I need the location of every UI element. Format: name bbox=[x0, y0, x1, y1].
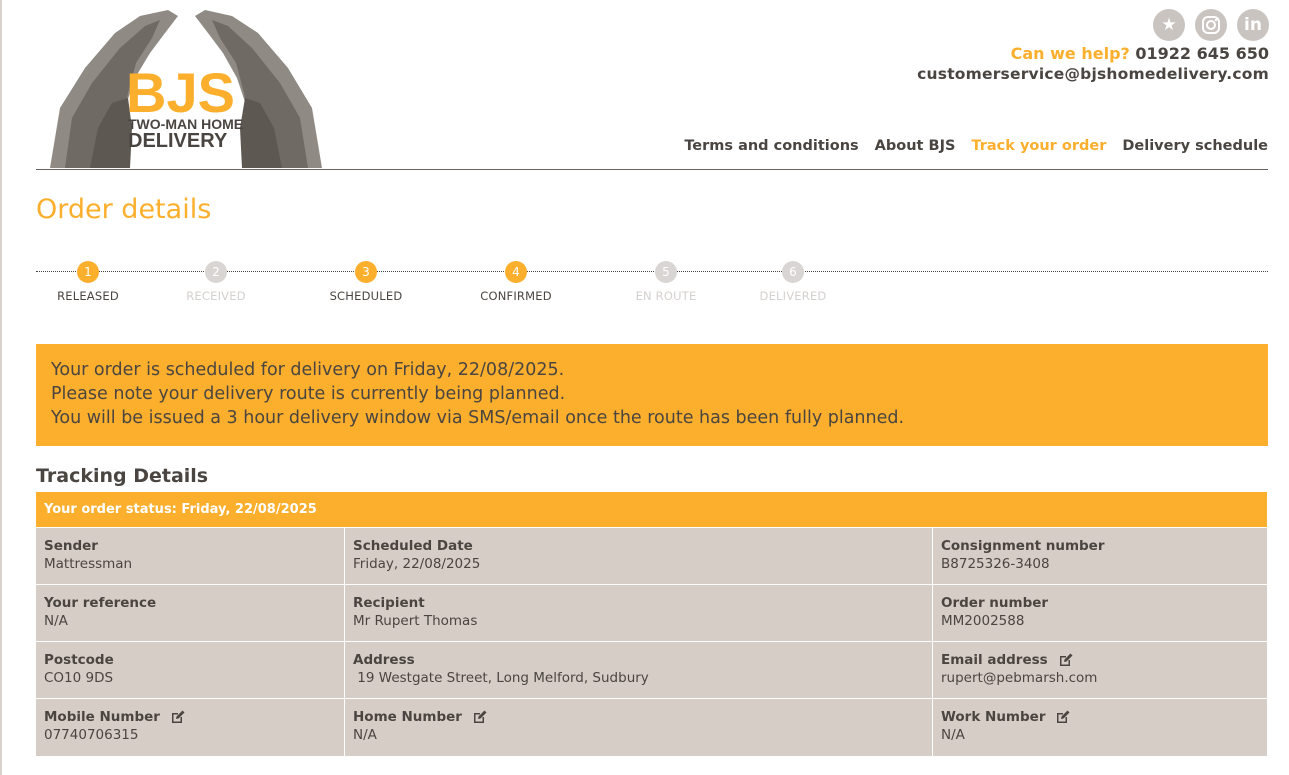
page-title: Order details bbox=[36, 194, 212, 225]
sender-cell: Sender Mattressman bbox=[36, 528, 344, 584]
order-number-cell: Order number MM2002588 bbox=[933, 585, 1267, 641]
help-label: Can we help? bbox=[1010, 44, 1130, 63]
step-number: 5 bbox=[655, 261, 677, 283]
nav-about-link[interactable]: About BJS bbox=[875, 138, 956, 154]
step-label: DELIVERED bbox=[759, 289, 827, 303]
step-label: SCHEDULED bbox=[329, 289, 403, 303]
logo-delivery-text: DELIVERY bbox=[128, 130, 228, 152]
step-delivered: 6 DELIVERED bbox=[733, 261, 853, 303]
step-number: 3 bbox=[355, 261, 377, 283]
header-divider bbox=[36, 169, 1268, 170]
social-links: ★ in bbox=[1153, 9, 1269, 41]
notice-line-1: Your order is scheduled for delivery on … bbox=[51, 360, 565, 380]
tracking-details-table: Sender Mattressman Scheduled Date Friday… bbox=[36, 528, 1267, 756]
address-label: Address bbox=[353, 652, 415, 668]
notice-line-3: You will be issued a 3 hour delivery win… bbox=[51, 408, 905, 428]
work-number-value: N/A bbox=[941, 727, 965, 743]
scheduled-date-cell: Scheduled Date Friday, 22/08/2025 bbox=[345, 528, 932, 584]
bjs-logo[interactable]: BJS TWO-MAN HOME DELIVERY bbox=[40, 8, 332, 168]
scheduled-date-value: Friday, 22/08/2025 bbox=[353, 556, 481, 572]
mobile-number-value: 07740706315 bbox=[44, 727, 139, 743]
edit-mobile-icon[interactable] bbox=[170, 709, 186, 725]
consignment-number-label: Consignment number bbox=[941, 538, 1105, 554]
work-number-cell: Work Number N/A bbox=[933, 699, 1267, 756]
your-reference-cell: Your reference N/A bbox=[36, 585, 344, 641]
consignment-number-cell: Consignment number B8725326-3408 bbox=[933, 528, 1267, 584]
edit-home-number-icon[interactable] bbox=[472, 709, 488, 725]
home-number-cell: Home Number N/A bbox=[345, 699, 932, 756]
delivery-notice-banner: Your order is scheduled for delivery on … bbox=[36, 344, 1268, 446]
email-address-cell: Email address rupert@pebmarsh.com bbox=[933, 642, 1267, 698]
your-reference-label: Your reference bbox=[44, 595, 157, 611]
postcode-value: CO10 9DS bbox=[44, 670, 114, 686]
email-address-label: Email address bbox=[941, 652, 1048, 668]
recipient-label: Recipient bbox=[353, 595, 425, 611]
instagram-glyph bbox=[1202, 16, 1220, 34]
address-cell: Address 19 Westgate Street, Long Melford… bbox=[345, 642, 932, 698]
help-line: Can we help? 01922 645 650 bbox=[917, 44, 1269, 64]
step-number: 4 bbox=[505, 261, 527, 283]
consignment-number-value: B8725326-3408 bbox=[941, 556, 1050, 572]
step-label: EN ROUTE bbox=[635, 289, 697, 303]
address-value: 19 Westgate Street, Long Melford, Sudbur… bbox=[353, 670, 649, 686]
linkedin-icon[interactable]: in bbox=[1237, 9, 1269, 41]
step-label: CONFIRMED bbox=[480, 289, 552, 303]
order-progress-tracker: 1 RELEASED 2 RECEIVED 3 SCHEDULED 4 CONF… bbox=[36, 258, 1268, 308]
step-label: RELEASED bbox=[57, 289, 119, 303]
email-address-label-row: Email address bbox=[941, 651, 1259, 669]
step-scheduled: 3 SCHEDULED bbox=[306, 261, 426, 303]
contact-block: Can we help? 01922 645 650 customerservi… bbox=[917, 44, 1269, 85]
linkedin-glyph: in bbox=[1244, 15, 1262, 35]
work-number-label-row: Work Number bbox=[941, 708, 1259, 726]
home-number-label-row: Home Number bbox=[353, 708, 924, 726]
support-email[interactable]: customerservice@bjshomedelivery.com bbox=[917, 64, 1269, 85]
star-icon[interactable]: ★ bbox=[1153, 9, 1185, 41]
recipient-cell: Recipient Mr Rupert Thomas bbox=[345, 585, 932, 641]
logo-bjs-text: BJS bbox=[126, 61, 235, 124]
postcode-label: Postcode bbox=[44, 652, 114, 668]
phone-number[interactable]: 01922 645 650 bbox=[1135, 44, 1269, 63]
scheduled-date-label: Scheduled Date bbox=[353, 538, 473, 554]
sender-value: Mattressman bbox=[44, 556, 133, 572]
recipient-value: Mr Rupert Thomas bbox=[353, 613, 478, 629]
instagram-icon[interactable] bbox=[1195, 9, 1227, 41]
mobile-number-cell: Mobile Number 07740706315 bbox=[36, 699, 344, 756]
main-nav: Terms and conditions About BJS Track you… bbox=[684, 138, 1268, 154]
work-number-label: Work Number bbox=[941, 709, 1046, 725]
step-number: 1 bbox=[77, 261, 99, 283]
nav-terms-link[interactable]: Terms and conditions bbox=[684, 138, 858, 154]
step-received: 2 RECEIVED bbox=[156, 261, 276, 303]
step-confirmed: 4 CONFIRMED bbox=[456, 261, 576, 303]
page-left-border bbox=[0, 0, 2, 775]
notice-line-2: Please note your delivery route is curre… bbox=[51, 384, 566, 404]
step-released: 1 RELEASED bbox=[28, 261, 148, 303]
order-number-value: MM2002588 bbox=[941, 613, 1025, 629]
order-number-label: Order number bbox=[941, 595, 1049, 611]
home-number-label: Home Number bbox=[353, 709, 462, 725]
order-status-bar: Your order status: Friday, 22/08/2025 bbox=[36, 492, 1267, 527]
step-label: RECEIVED bbox=[186, 289, 246, 303]
step-number: 6 bbox=[782, 261, 804, 283]
tracking-details-heading: Tracking Details bbox=[36, 465, 209, 487]
star-glyph: ★ bbox=[1161, 15, 1177, 35]
nav-delivery-schedule-link[interactable]: Delivery schedule bbox=[1122, 138, 1268, 154]
email-address-value: rupert@pebmarsh.com bbox=[941, 670, 1098, 686]
your-reference-value: N/A bbox=[44, 613, 68, 629]
edit-work-number-icon[interactable] bbox=[1055, 709, 1071, 725]
step-number: 2 bbox=[205, 261, 227, 283]
home-number-value: N/A bbox=[353, 727, 377, 743]
mobile-number-label-row: Mobile Number bbox=[44, 708, 336, 726]
mobile-number-label: Mobile Number bbox=[44, 709, 160, 725]
edit-email-icon[interactable] bbox=[1058, 652, 1074, 668]
nav-track-order-link[interactable]: Track your order bbox=[971, 138, 1106, 154]
sender-label: Sender bbox=[44, 538, 98, 554]
postcode-cell: Postcode CO10 9DS bbox=[36, 642, 344, 698]
step-en-route: 5 EN ROUTE bbox=[606, 261, 726, 303]
hands-logo-graphic: BJS TWO-MAN HOME DELIVERY bbox=[50, 10, 322, 168]
